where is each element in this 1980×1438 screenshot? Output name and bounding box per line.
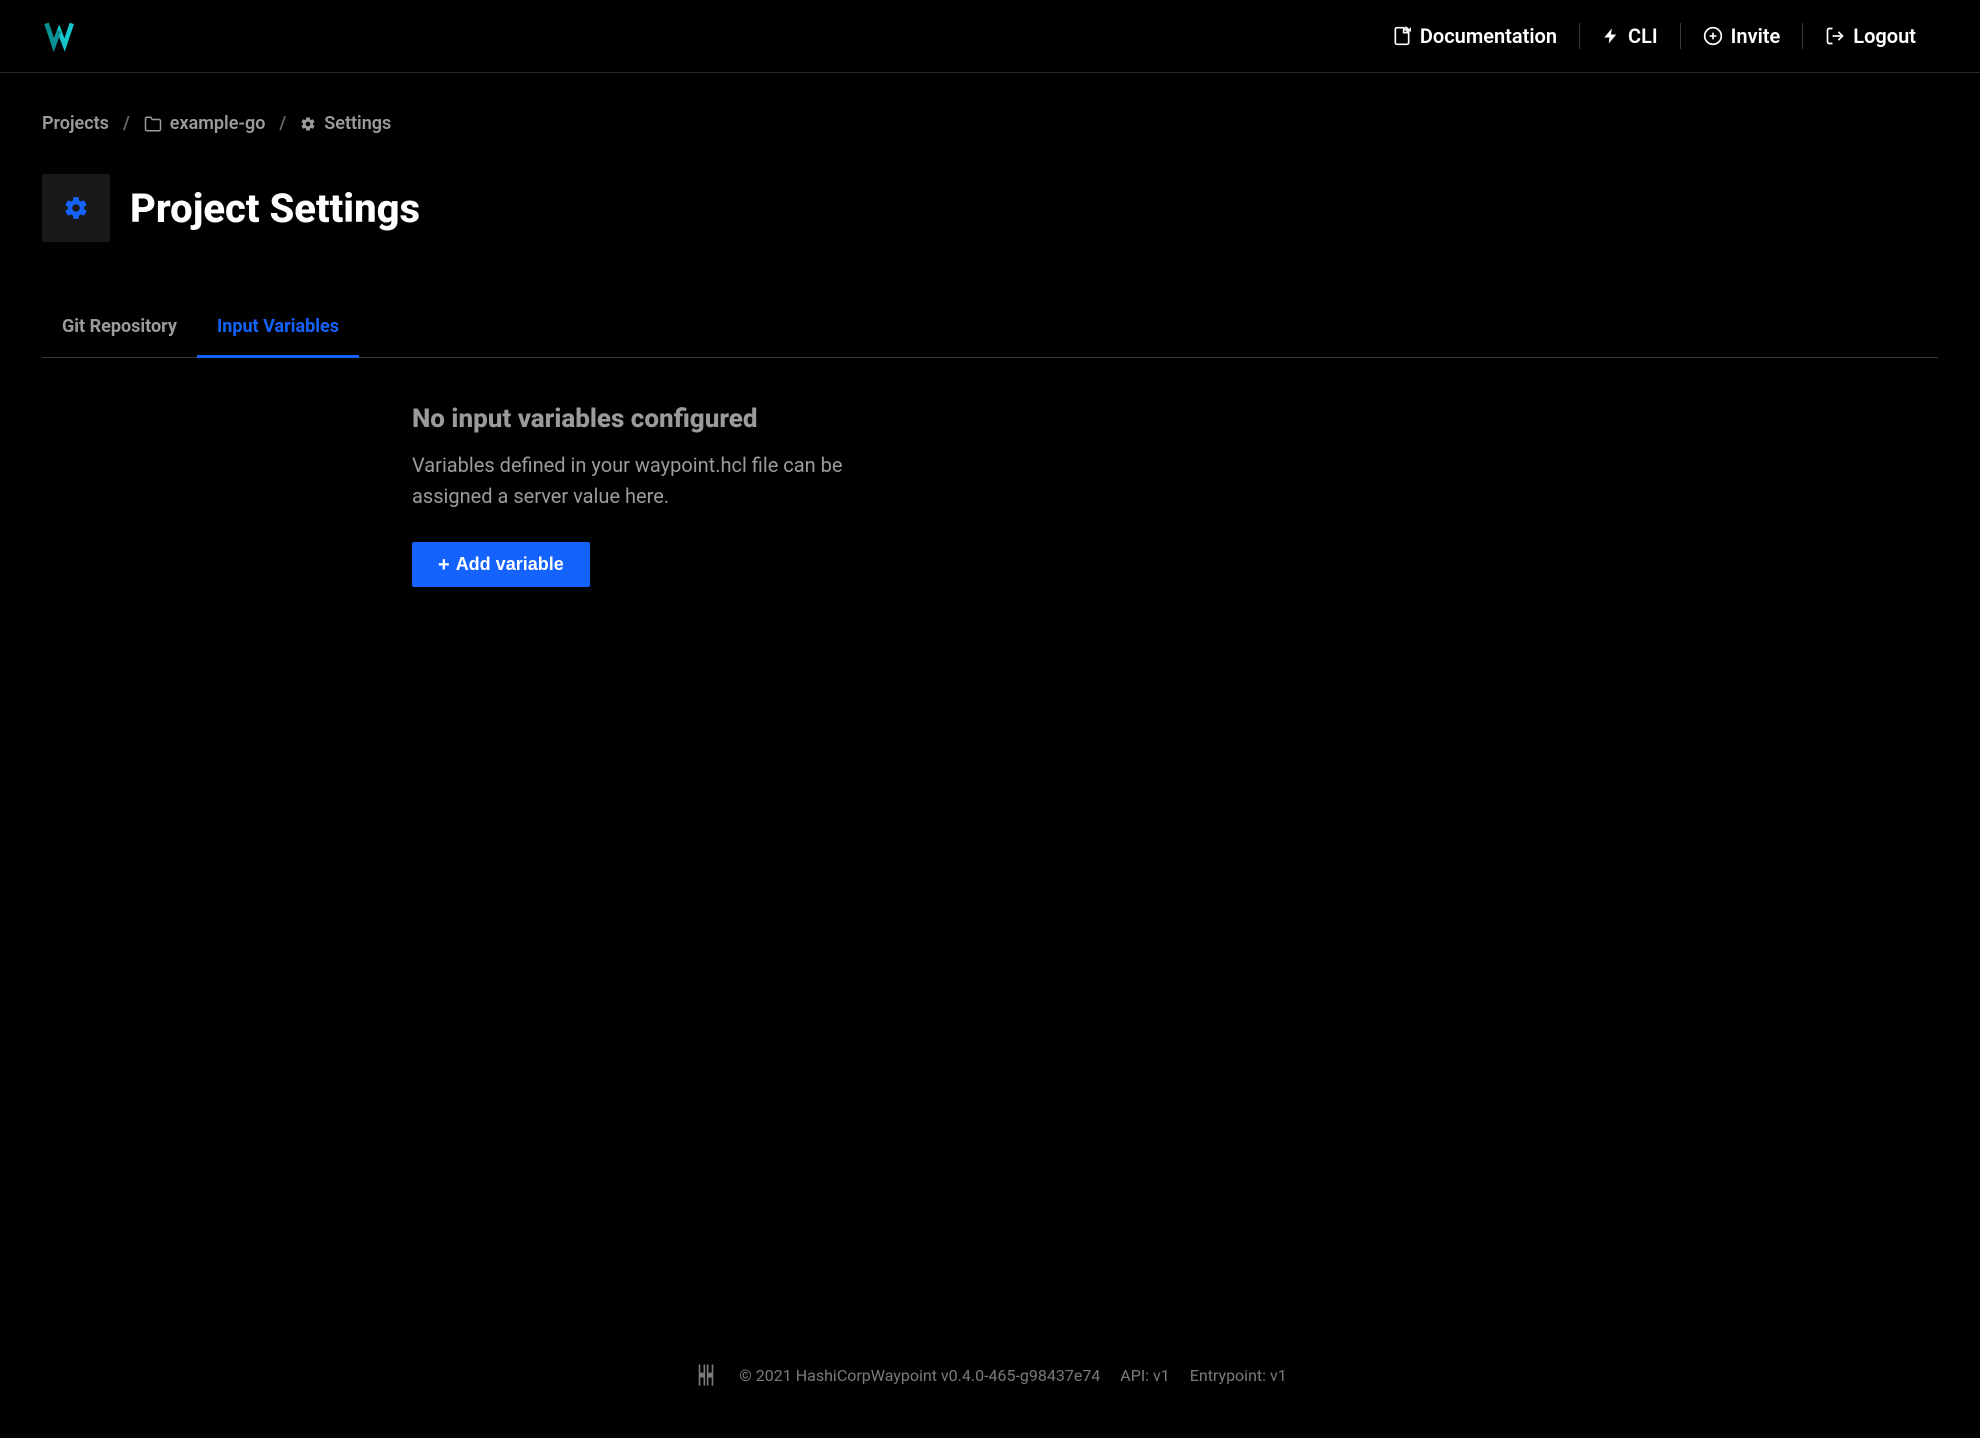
add-variable-button-label: Add variable — [456, 554, 564, 575]
folder-icon — [144, 115, 162, 133]
top-nav: Documentation CLI Invite Logout — [1370, 23, 1938, 49]
breadcrumb-project-label: example-go — [170, 113, 266, 134]
breadcrumb-projects[interactable]: Projects — [42, 113, 109, 134]
breadcrumb-projects-label: Projects — [42, 113, 109, 134]
app-footer: © 2021 HashiCorpWaypoint v0.4.0-465-g984… — [0, 1332, 1980, 1438]
breadcrumb-separator: / — [123, 113, 130, 134]
footer-api-version: API: v1 — [1120, 1366, 1169, 1385]
nav-cli-label: CLI — [1628, 24, 1658, 48]
empty-state-heading: No input variables configured — [412, 404, 1312, 434]
nav-invite-label: Invite — [1731, 24, 1781, 48]
footer-copyright: © 2021 HashiCorpWaypoint v0.4.0-465-g984… — [739, 1366, 1100, 1385]
breadcrumb-project[interactable]: example-go — [144, 113, 266, 134]
tab-content: No input variables configured Variables … — [412, 358, 1312, 627]
plus-circle-icon — [1703, 26, 1723, 46]
nav-documentation[interactable]: Documentation — [1370, 24, 1579, 48]
empty-state-description: Variables defined in your waypoint.hcl f… — [412, 450, 882, 512]
waypoint-logo[interactable] — [42, 18, 80, 54]
bolt-icon — [1602, 27, 1620, 45]
gear-icon — [63, 195, 89, 221]
breadcrumb-separator: / — [279, 113, 286, 134]
breadcrumb-settings-label: Settings — [324, 113, 391, 134]
gear-icon — [300, 116, 316, 132]
add-variable-button[interactable]: + Add variable — [412, 542, 590, 587]
nav-invite[interactable]: Invite — [1681, 24, 1803, 48]
plus-icon: + — [438, 555, 450, 575]
page-title-icon-box — [42, 174, 110, 242]
hashicorp-icon — [693, 1362, 719, 1388]
tab-git-repository[interactable]: Git Repository — [42, 302, 197, 358]
logout-icon — [1825, 26, 1845, 46]
nav-logout-label: Logout — [1853, 24, 1916, 48]
app-header: Documentation CLI Invite Logout — [0, 0, 1980, 73]
breadcrumb: Projects / example-go / Settings — [42, 113, 1938, 134]
document-icon — [1392, 26, 1412, 46]
main-content: Projects / example-go / Settings Project… — [0, 73, 1980, 1332]
page-title-row: Project Settings — [42, 174, 1938, 242]
tabs: Git Repository Input Variables — [42, 302, 1938, 358]
nav-cli[interactable]: CLI — [1580, 24, 1680, 48]
footer-entrypoint-version: Entrypoint: v1 — [1190, 1366, 1287, 1385]
breadcrumb-settings[interactable]: Settings — [300, 113, 391, 134]
nav-documentation-label: Documentation — [1420, 24, 1557, 48]
nav-logout[interactable]: Logout — [1803, 24, 1938, 48]
page-title: Project Settings — [130, 185, 420, 232]
tab-input-variables[interactable]: Input Variables — [197, 302, 359, 358]
